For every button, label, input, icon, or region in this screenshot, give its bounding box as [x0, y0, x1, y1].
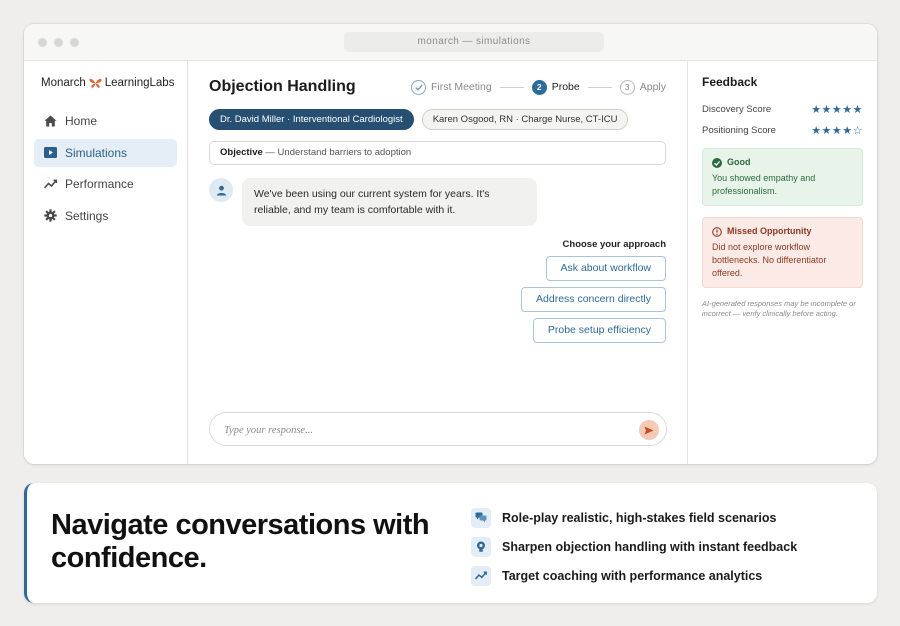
response-composer — [209, 412, 667, 446]
choice-ask-about-workflow[interactable]: Ask about workflow — [545, 256, 666, 281]
step-connector — [499, 86, 524, 88]
feature-text: Target coaching with performance analyti… — [502, 568, 763, 583]
feature-list: Role-play realistic, high-stakes field s… — [471, 503, 797, 590]
score-label: Discovery Score — [702, 104, 772, 115]
feedback-title: Feedback — [702, 75, 758, 89]
address-bar[interactable]: monarch — simulations — [344, 32, 604, 52]
chat-message: We've been using our current system for … — [209, 178, 666, 226]
play-icon — [43, 146, 57, 160]
step-number: 3 — [619, 79, 635, 95]
app-body: Monarch LearningLabs Home Simulations Pe… — [24, 61, 877, 464]
sidebar-item-label: Home — [65, 114, 98, 128]
feature-item: Role-play realistic, high-stakes field s… — [471, 503, 797, 532]
missed-feedback-card: Missed Opportunity Did not explore workf… — [702, 217, 863, 288]
butterfly-icon — [89, 78, 102, 89]
objective-text: — Understand barriers to adoption — [265, 147, 412, 158]
window-dot-minimize[interactable] — [54, 38, 63, 47]
promo-banner: Navigate conversations with confidence. … — [24, 483, 877, 603]
gear-icon — [43, 209, 57, 223]
ai-disclaimer: AI-generated responses may be incomplete… — [702, 299, 856, 318]
feature-text: Role-play realistic, high-stakes field s… — [502, 510, 777, 525]
brand-logo[interactable]: Monarch LearningLabs — [34, 77, 177, 89]
step-label: Probe — [551, 81, 580, 93]
chat-icon — [471, 507, 491, 528]
promo-headline: Navigate conversations with confidence. — [51, 509, 430, 574]
step-connector — [587, 86, 612, 88]
step-number: 2 — [531, 79, 547, 95]
objective-banner: Objective — Understand barriers to adopt… — [209, 141, 666, 165]
alert-circle-icon — [712, 226, 722, 237]
sidebar-item-home[interactable]: Home — [34, 107, 177, 135]
send-icon[interactable] — [639, 420, 659, 440]
check-icon — [411, 79, 427, 95]
window-dot-maximize[interactable] — [70, 38, 79, 47]
trend-icon — [43, 177, 57, 191]
sidebar: Monarch LearningLabs Home Simulations Pe… — [24, 61, 188, 464]
good-title: Good — [727, 157, 751, 167]
app-window: monarch — simulations Monarch LearningLa… — [24, 24, 877, 464]
step-label: First Meeting — [431, 81, 492, 93]
lightbulb-icon — [471, 536, 491, 557]
missed-title: Missed Opportunity — [727, 226, 812, 236]
missed-text: Did not explore workflow bottlenecks. No… — [712, 242, 827, 278]
good-feedback-card: Good You showed empathy and professional… — [702, 148, 863, 206]
home-icon — [43, 114, 57, 128]
discovery-score-row: Discovery Score ★★★★★ — [702, 103, 863, 116]
response-input[interactable] — [224, 422, 624, 438]
persona-chip-karen-osgood[interactable]: Karen Osgood, RN · Charge Nurse, CT-ICU — [421, 109, 629, 130]
approach-options: Choose your approach Ask about workflow … — [209, 239, 666, 349]
progress-stepper: First Meeting 2 Probe 3 Apply — [411, 79, 666, 95]
positioning-score-row: Positioning Score ★★★★☆ — [702, 124, 863, 137]
persona-selector: Dr. David Miller · Interventional Cardio… — [209, 109, 666, 130]
good-text: You showed empathy and professionalism. — [712, 173, 816, 196]
sidebar-item-performance[interactable]: Performance — [34, 170, 177, 198]
simulation-panel: Objection Handling First Meeting 2 Probe — [188, 61, 688, 464]
message-bubble: We've been using our current system for … — [242, 178, 537, 226]
user-avatar-icon — [209, 178, 233, 202]
feature-item: Target coaching with performance analyti… — [471, 561, 797, 590]
step-label: Apply — [639, 81, 666, 93]
feature-item: Sharpen objection handling with instant … — [471, 532, 797, 561]
approach-title: Choose your approach — [562, 239, 666, 250]
choice-probe-setup[interactable]: Probe setup efficiency — [532, 318, 666, 343]
check-circle-icon — [712, 157, 722, 168]
objective-label: Objective — [220, 147, 263, 158]
star-rating-icon: ★★★★★ — [811, 104, 863, 116]
title-bar: monarch — simulations — [24, 24, 877, 61]
step-probe[interactable]: 2 Probe — [531, 79, 580, 95]
window-dot-close[interactable] — [38, 38, 47, 47]
trend-icon — [471, 565, 491, 586]
choice-address-concern[interactable]: Address concern directly — [521, 287, 666, 312]
sidebar-item-label: Simulations — [65, 145, 128, 160]
score-label: Positioning Score — [702, 125, 776, 136]
star-rating-icon: ★★★★☆ — [811, 125, 863, 137]
step-first-meeting[interactable]: First Meeting — [411, 79, 492, 95]
brand-name-left: Monarch — [41, 77, 86, 89]
sidebar-item-label: Performance — [65, 177, 134, 191]
feedback-panel: Feedback Discovery Score ★★★★★ Positioni… — [688, 61, 877, 464]
sidebar-item-settings[interactable]: Settings — [34, 202, 177, 230]
window-controls — [38, 38, 79, 47]
step-apply[interactable]: 3 Apply — [619, 79, 666, 95]
page-title: Objection Handling — [209, 78, 356, 95]
feature-text: Sharpen objection handling with instant … — [502, 539, 798, 554]
persona-chip-david-miller[interactable]: Dr. David Miller · Interventional Cardio… — [209, 109, 414, 130]
sidebar-item-simulations[interactable]: Simulations — [34, 138, 177, 167]
sidebar-item-label: Settings — [65, 208, 109, 223]
brand-name-right: LearningLabs — [104, 77, 175, 89]
